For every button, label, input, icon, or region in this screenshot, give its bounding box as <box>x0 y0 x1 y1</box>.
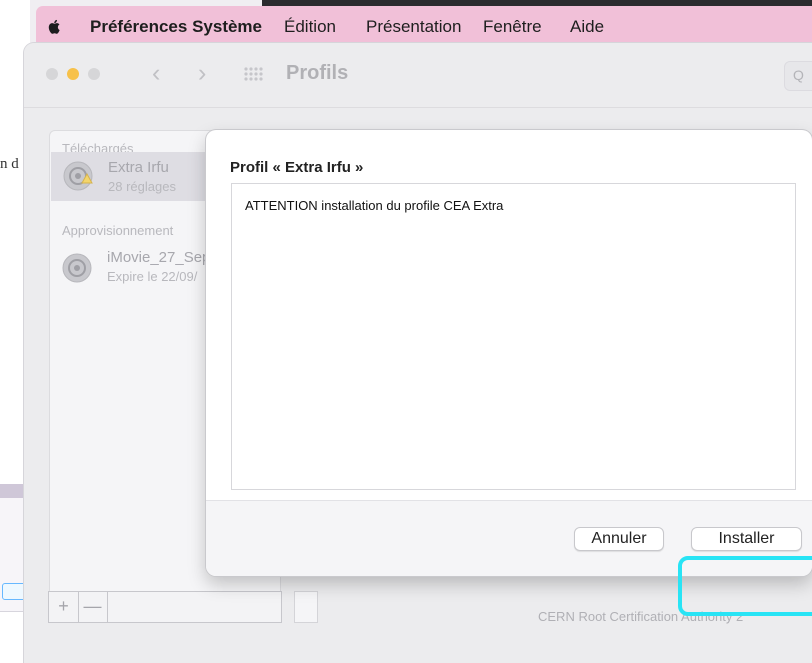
search-field[interactable]: Q <box>784 61 812 91</box>
title-bar: ‹ › Profils Q <box>24 43 812 108</box>
zoom-window-button[interactable] <box>88 68 100 80</box>
profile-subtitle: 28 réglages <box>108 179 176 194</box>
preferences-window: ‹ › Profils Q Téléchargés Extra Irfu 28 … <box>24 43 812 663</box>
background-left-field <box>2 583 26 600</box>
profile-name[interactable]: iMovie_27_Sep <box>107 249 210 266</box>
profile-gear-icon <box>62 253 92 283</box>
menu-app-name[interactable]: Préférences Système <box>90 17 262 37</box>
remove-profile-button[interactable]: — <box>78 592 108 622</box>
install-profile-sheet: Profil « Extra Irfu » ATTENTION installa… <box>206 130 812 576</box>
profile-subtitle: Expire le 22/09/ <box>107 269 198 284</box>
profile-description-box: ATTENTION installation du profile CEA Ex… <box>231 183 796 490</box>
sheet-title: Profil « Extra Irfu » <box>230 159 364 176</box>
apple-icon[interactable] <box>48 19 61 34</box>
background-edge-text: n d <box>0 156 19 172</box>
minimize-window-button[interactable] <box>67 68 79 80</box>
install-button-highlight <box>678 556 812 616</box>
menu-bar: Préférences Système Édition Présentation… <box>36 6 812 46</box>
section-label-provisioning: Approvisionnement <box>62 223 174 238</box>
menu-item-edition[interactable]: Édition <box>284 17 336 37</box>
close-window-button[interactable] <box>46 68 58 80</box>
add-profile-button[interactable]: + <box>49 592 79 622</box>
profile-description-text: ATTENTION installation du profile CEA Ex… <box>245 198 504 213</box>
profile-name: Extra Irfu <box>108 159 169 176</box>
install-button[interactable]: Installer <box>691 527 802 551</box>
menu-item-aide[interactable]: Aide <box>570 17 604 37</box>
forward-icon[interactable]: › <box>198 59 206 88</box>
grid-icon[interactable] <box>243 66 265 82</box>
menu-item-presentation[interactable]: Présentation <box>366 17 461 37</box>
sidebar-bottom-toolbar: + — <box>48 591 282 623</box>
back-icon[interactable]: ‹ <box>152 59 160 88</box>
profile-gear-icon <box>63 161 93 191</box>
cancel-button[interactable]: Annuler <box>574 527 664 551</box>
window-title: Profils <box>286 62 349 84</box>
detail-scroll-area <box>294 591 318 623</box>
search-icon: Q <box>793 67 804 83</box>
menu-item-fenetre[interactable]: Fenêtre <box>483 17 542 37</box>
